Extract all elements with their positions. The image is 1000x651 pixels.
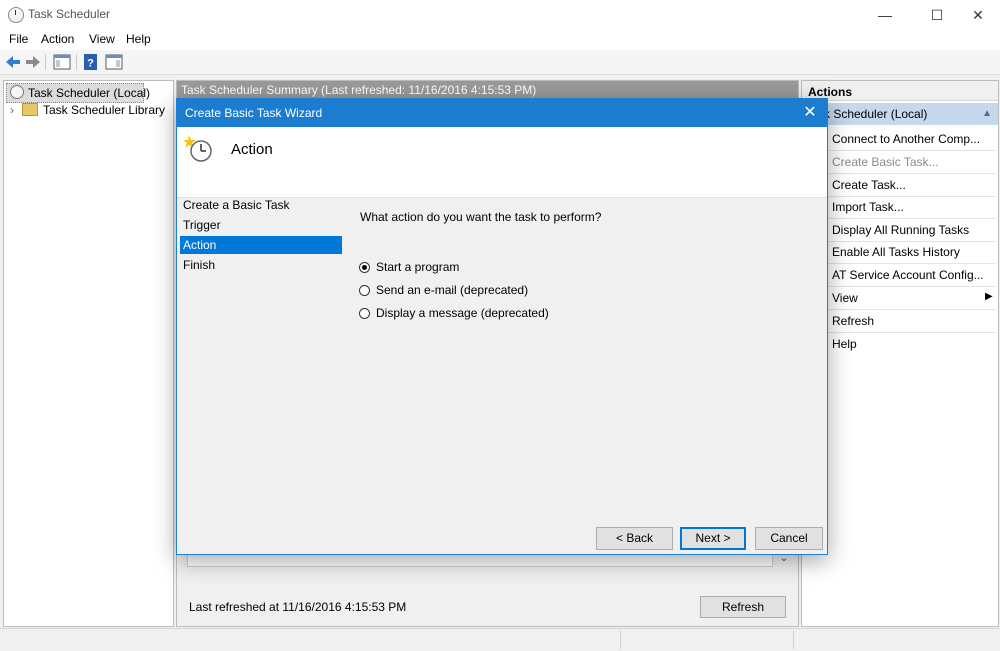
help-icon[interactable]: ? [82,53,100,71]
action-connect-another-computer[interactable]: Connect to Another Comp... [832,132,980,146]
action-separator [828,332,996,333]
dialog-titlebar: Create Basic Task Wizard ✕ [177,99,827,127]
option-send-email[interactable]: Send an e-mail (deprecated) [359,281,528,299]
window-title: Task Scheduler [28,7,111,21]
status-divider [793,631,794,649]
next-button[interactable]: Next > [680,527,746,550]
menu-action[interactable]: Action [41,32,74,46]
action-separator [828,150,996,151]
last-refreshed-text: Last refreshed at 11/16/2016 4:15:53 PM [189,600,407,614]
dialog-header: Action [177,127,827,198]
action-separator [828,173,996,174]
action-separator [828,309,996,310]
action-help[interactable]: Help [832,337,857,351]
radio-button[interactable] [359,308,370,319]
menu-help[interactable]: Help [126,32,151,46]
action-separator [828,286,996,287]
action-view[interactable]: View [832,291,858,305]
status-bar [0,628,1000,651]
action-import-task[interactable]: Import Task... [832,200,904,214]
maximize-button[interactable]: ☐ [914,0,960,30]
dialog-title: Create Basic Task Wizard [185,106,323,120]
menu-view[interactable]: View [89,32,115,46]
actions-header: Actions [802,81,998,101]
chevron-right-icon[interactable]: › [10,101,20,119]
action-separator [828,263,996,264]
tree-item-task-scheduler-library[interactable]: › Task Scheduler Library [10,101,165,119]
action-question: What action do you want the task to perf… [360,210,602,224]
clock-icon [8,7,24,23]
option-label: Display a message (deprecated) [376,306,549,320]
action-refresh[interactable]: Refresh [832,314,874,328]
option-display-message[interactable]: Display a message (deprecated) [359,304,549,322]
action-separator [828,196,996,197]
summary-header: Task Scheduler Summary (Last refreshed: … [177,81,798,99]
wizard-step-action[interactable]: Action [180,236,342,254]
actions-pane: Actions k Scheduler (Local) ▲ Connect to… [801,80,999,627]
wizard-step-finish[interactable]: Finish [180,256,342,274]
cancel-button[interactable]: Cancel [755,527,823,550]
tree-item-label: Task Scheduler (Local) [28,86,151,100]
radio-button[interactable] [359,285,370,296]
action-display-running-tasks[interactable]: Display All Running Tasks [832,223,969,237]
action-separator [828,241,996,242]
wizard-clock-icon [183,135,212,162]
show-hide-console-tree-icon[interactable] [53,53,71,71]
chevron-down-icon[interactable]: ⌄ [777,551,791,591]
minimize-button[interactable]: — [862,0,908,30]
option-start-program[interactable]: Start a program [359,258,459,276]
action-at-service-account-config[interactable]: AT Service Account Config... [832,268,984,282]
back-button[interactable]: < Back [596,527,673,550]
clock-icon [10,85,24,99]
dialog-close-button[interactable]: ✕ [799,102,821,124]
menu-file[interactable]: File [9,32,28,46]
folder-clock-icon [22,103,38,116]
actions-group-header[interactable]: k Scheduler (Local) ▲ [802,103,998,125]
action-create-basic-task[interactable]: Create Basic Task... [832,155,939,169]
option-label: Start a program [376,260,460,274]
forward-arrow-icon[interactable] [24,53,42,71]
toolbar-separator [45,54,46,70]
window-titlebar: Task Scheduler — ☐ ✕ [0,0,1000,30]
refresh-button[interactable]: Refresh [700,596,786,618]
show-hide-action-pane-icon[interactable] [105,53,123,71]
create-basic-task-wizard: Create Basic Task Wizard ✕ Action Create… [176,98,828,555]
toolbar-separator [76,54,77,70]
toolbar: ? [0,50,1000,75]
wizard-step-create-basic-task[interactable]: Create a Basic Task [180,196,342,214]
action-enable-tasks-history[interactable]: Enable All Tasks History [832,245,960,259]
action-create-task[interactable]: Create Task... [832,178,906,192]
dialog-header-title: Action [231,141,273,158]
tree-item-label: Task Scheduler Library [43,103,166,117]
option-label: Send an e-mail (deprecated) [376,283,529,297]
tree-item-task-scheduler-local[interactable]: Task Scheduler (Local) [6,83,150,103]
console-tree: Task Scheduler (Local) › Task Scheduler L… [3,80,174,627]
close-button[interactable]: ✕ [955,0,1000,30]
svg-text:?: ? [87,58,94,70]
status-divider [620,631,621,649]
menu-bar: File Action View Help [0,30,1000,50]
radio-button-selected[interactable] [359,262,370,273]
actions-group-label: k Scheduler (Local) [824,107,928,121]
submenu-arrow-icon: ▶ [985,291,993,302]
wizard-step-trigger[interactable]: Trigger [180,216,342,234]
action-separator [828,218,996,219]
collapse-up-icon[interactable]: ▲ [982,103,992,125]
back-arrow-icon[interactable] [4,53,22,71]
